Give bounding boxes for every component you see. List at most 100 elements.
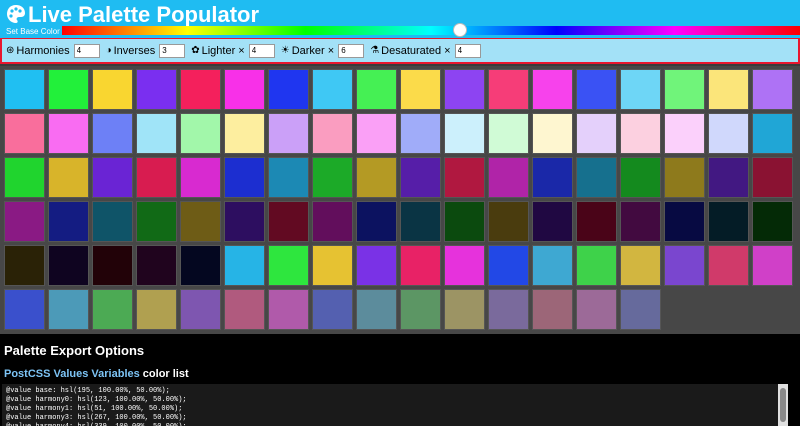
- color-swatch[interactable]: [708, 245, 749, 286]
- color-swatch[interactable]: [752, 113, 793, 154]
- color-swatch[interactable]: [444, 157, 485, 198]
- color-swatch[interactable]: [224, 69, 265, 110]
- color-swatch[interactable]: [48, 157, 89, 198]
- harmonies-count-input[interactable]: [73, 43, 100, 58]
- color-swatch[interactable]: [532, 69, 573, 110]
- color-swatch[interactable]: [620, 245, 661, 286]
- color-swatch[interactable]: [312, 113, 353, 154]
- color-swatch[interactable]: [92, 201, 133, 242]
- color-swatch[interactable]: [180, 201, 221, 242]
- color-swatch[interactable]: [752, 245, 793, 286]
- color-swatch[interactable]: [444, 201, 485, 242]
- color-swatch[interactable]: [532, 289, 573, 330]
- color-swatch[interactable]: [532, 113, 573, 154]
- color-swatch[interactable]: [312, 245, 353, 286]
- color-swatch[interactable]: [136, 289, 177, 330]
- color-swatch[interactable]: [136, 245, 177, 286]
- color-swatch[interactable]: [664, 69, 705, 110]
- color-swatch[interactable]: [488, 201, 529, 242]
- color-swatch[interactable]: [268, 201, 309, 242]
- desaturated-count-input[interactable]: [454, 43, 481, 58]
- color-swatch[interactable]: [576, 69, 617, 110]
- color-swatch[interactable]: [312, 201, 353, 242]
- color-swatch[interactable]: [664, 113, 705, 154]
- color-swatch[interactable]: [444, 289, 485, 330]
- color-swatch[interactable]: [532, 201, 573, 242]
- color-swatch[interactable]: [356, 69, 397, 110]
- color-swatch[interactable]: [400, 69, 441, 110]
- color-swatch[interactable]: [4, 113, 45, 154]
- color-swatch[interactable]: [664, 245, 705, 286]
- color-swatch[interactable]: [312, 289, 353, 330]
- color-swatch[interactable]: [400, 157, 441, 198]
- color-swatch[interactable]: [488, 157, 529, 198]
- color-swatch[interactable]: [488, 289, 529, 330]
- darker-count-input[interactable]: [338, 43, 365, 58]
- color-swatch[interactable]: [224, 201, 265, 242]
- color-swatch[interactable]: [4, 157, 45, 198]
- color-swatch[interactable]: [356, 113, 397, 154]
- color-swatch[interactable]: [92, 289, 133, 330]
- color-swatch[interactable]: [356, 289, 397, 330]
- color-swatch[interactable]: [4, 245, 45, 286]
- color-swatch[interactable]: [576, 201, 617, 242]
- color-swatch[interactable]: [312, 69, 353, 110]
- color-swatch[interactable]: [752, 157, 793, 198]
- color-swatch[interactable]: [532, 245, 573, 286]
- color-swatch[interactable]: [708, 113, 749, 154]
- color-swatch[interactable]: [268, 157, 309, 198]
- color-swatch[interactable]: [92, 113, 133, 154]
- color-swatch[interactable]: [576, 113, 617, 154]
- color-swatch[interactable]: [400, 201, 441, 242]
- color-swatch[interactable]: [400, 289, 441, 330]
- color-swatch[interactable]: [4, 289, 45, 330]
- color-swatch[interactable]: [312, 157, 353, 198]
- color-swatch[interactable]: [268, 113, 309, 154]
- color-swatch[interactable]: [752, 201, 793, 242]
- color-swatch[interactable]: [136, 201, 177, 242]
- color-swatch[interactable]: [488, 245, 529, 286]
- color-swatch[interactable]: [444, 69, 485, 110]
- inverses-count-input[interactable]: [159, 43, 186, 58]
- color-swatch[interactable]: [576, 289, 617, 330]
- color-swatch[interactable]: [136, 157, 177, 198]
- color-swatch[interactable]: [488, 69, 529, 110]
- color-swatch[interactable]: [92, 69, 133, 110]
- color-swatch[interactable]: [48, 201, 89, 242]
- postcss-link[interactable]: PostCSS Values Variables: [4, 368, 140, 380]
- color-swatch[interactable]: [532, 157, 573, 198]
- color-swatch[interactable]: [224, 113, 265, 154]
- color-swatch[interactable]: [356, 245, 397, 286]
- color-swatch[interactable]: [224, 157, 265, 198]
- color-swatch[interactable]: [708, 201, 749, 242]
- hue-slider-thumb[interactable]: [453, 23, 467, 37]
- color-swatch[interactable]: [488, 113, 529, 154]
- export-code-block[interactable]: @value base: hsl(195, 100.00%, 50.00%); @…: [2, 384, 788, 426]
- color-swatch[interactable]: [92, 245, 133, 286]
- color-swatch[interactable]: [268, 289, 309, 330]
- color-swatch[interactable]: [180, 289, 221, 330]
- color-swatch[interactable]: [180, 69, 221, 110]
- color-swatch[interactable]: [444, 245, 485, 286]
- color-swatch[interactable]: [708, 157, 749, 198]
- color-swatch[interactable]: [180, 245, 221, 286]
- color-swatch[interactable]: [268, 69, 309, 110]
- color-swatch[interactable]: [620, 289, 661, 330]
- color-swatch[interactable]: [92, 157, 133, 198]
- color-swatch[interactable]: [664, 201, 705, 242]
- color-swatch[interactable]: [268, 245, 309, 286]
- lighter-count-input[interactable]: [248, 43, 275, 58]
- color-swatch[interactable]: [136, 113, 177, 154]
- color-swatch[interactable]: [180, 113, 221, 154]
- color-swatch[interactable]: [180, 157, 221, 198]
- color-swatch[interactable]: [4, 201, 45, 242]
- color-swatch[interactable]: [576, 157, 617, 198]
- color-swatch[interactable]: [356, 201, 397, 242]
- color-swatch[interactable]: [708, 69, 749, 110]
- color-swatch[interactable]: [444, 113, 485, 154]
- color-swatch[interactable]: [664, 157, 705, 198]
- color-swatch[interactable]: [4, 69, 45, 110]
- color-swatch[interactable]: [620, 113, 661, 154]
- color-swatch[interactable]: [356, 157, 397, 198]
- color-swatch[interactable]: [48, 245, 89, 286]
